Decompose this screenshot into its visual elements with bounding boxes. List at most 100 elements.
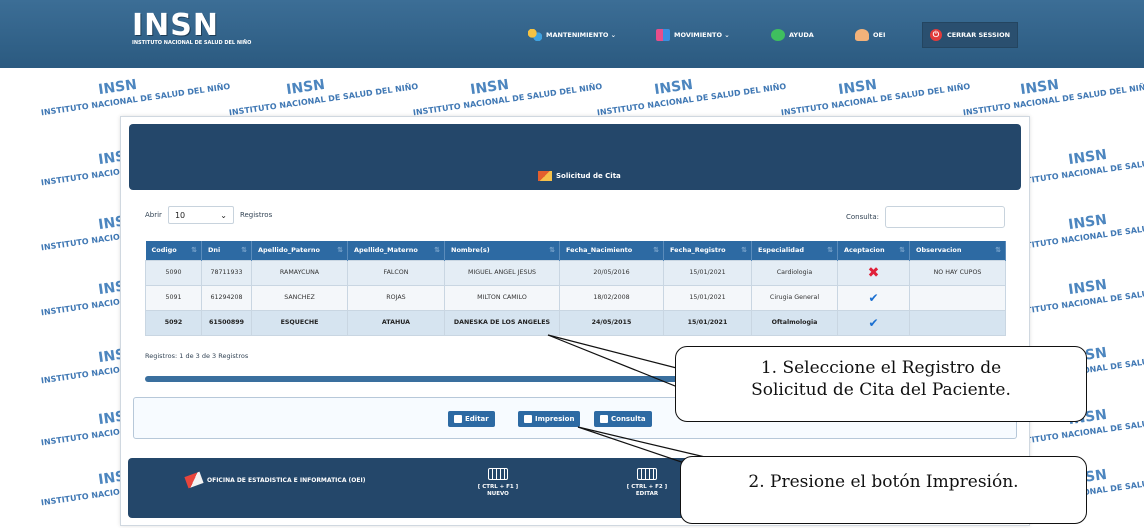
nav-movimiento[interactable]: MOVIMIENTO ⌄	[656, 24, 730, 46]
cell-apellido-paterno: RAMAYCUNA	[251, 259, 348, 286]
edit-button[interactable]: Editar	[448, 411, 495, 427]
search-icon	[600, 415, 608, 423]
flag-icon	[656, 29, 670, 41]
print-label: Impresion	[535, 415, 575, 423]
records-label: Registros	[239, 211, 273, 219]
query-button[interactable]: Consulta	[594, 411, 652, 427]
cell-observacion	[909, 284, 1006, 311]
col-header[interactable]: Fecha_Nacimiento ⇅	[559, 241, 664, 260]
cell-fecha-nacimiento: 24/05/2015	[559, 309, 664, 336]
check-icon: ✔	[868, 290, 879, 305]
shortcut-editar[interactable]: [ CTRL + F2 ] EDITAR	[619, 468, 675, 498]
chevron-down-icon: ⌄	[220, 210, 227, 220]
page-length-control: Abrir 10 ⌄ Registros	[145, 206, 272, 224]
search-control: Consulta:	[846, 206, 1006, 228]
power-icon: ⏻	[929, 29, 942, 41]
cell-codigo: 5091	[145, 284, 202, 311]
cell-fecha-registro: 15/01/2021	[663, 259, 752, 286]
nav-label: MANTENIMIENTO ⌄	[546, 31, 617, 39]
callout-text: 2. Presione el botón Impresión.	[748, 472, 1019, 492]
callout-text: Solicitud de Cita del Paciente.	[751, 380, 1011, 400]
col-header[interactable]: Fecha_Registro ⇅	[663, 241, 752, 260]
col-header[interactable]: Observacion ⇅	[909, 241, 1006, 260]
page-title-text: Solicitud de Cita	[556, 172, 621, 180]
cell-observacion	[909, 309, 1006, 336]
cell-aceptacion: ✔	[837, 284, 910, 311]
cell-codigo: 5090	[145, 259, 202, 286]
cell-especialidad: Oftalmologia	[751, 309, 838, 336]
user-icon	[855, 29, 869, 41]
col-header[interactable]: Aceptacion ⇅	[837, 241, 910, 260]
search-label: Consulta:	[846, 213, 880, 221]
logout-label: CERRAR SESSION	[946, 31, 1011, 39]
folder-icon	[184, 471, 204, 489]
col-header[interactable]: Codigo ⇅	[145, 241, 202, 260]
search-input[interactable]	[885, 206, 1006, 228]
shortcut-keys: [ CTRL + F2 ]	[626, 484, 668, 490]
cell-dni: 78711933	[201, 259, 252, 286]
print-button[interactable]: Impresion	[518, 411, 581, 427]
cell-apellido-paterno: ESQUECHE	[251, 309, 348, 336]
cell-apellido-materno: ATAHUA	[347, 309, 445, 336]
horizontal-scrollbar[interactable]	[145, 376, 685, 382]
cell-fecha-nacimiento: 18/02/2008	[559, 284, 664, 311]
cell-apellido-materno: FALCON	[347, 259, 445, 286]
table-header-row: Codigo ⇅ Dni ⇅ Apellido_Paterno ⇅ Apellido_…	[145, 241, 1006, 260]
logout-button[interactable]: ⏻ CERRAR SESSION	[922, 22, 1018, 48]
footer-office-label: OFICINA DE ESTADISTICA E INFORMATICA (OE…	[207, 476, 366, 484]
table-row[interactable]: 5091 61294208 SANCHEZ ROJAS MILTON CAMIL…	[145, 284, 1006, 311]
cell-nombres: MIGUEL ANGEL JESUS	[444, 259, 560, 286]
nav-label: AYUDA	[789, 31, 814, 39]
table-info: Registros: 1 de 3 de 3 Registros	[145, 352, 249, 360]
keyboard-icon	[488, 468, 508, 480]
cell-observacion: NO HAY CUPOS	[909, 259, 1006, 286]
callout-step-2: 2. Presione el botón Impresión.	[680, 456, 1087, 524]
shortcut-keys: [ CTRL + F1 ]	[477, 484, 519, 490]
callout-text: 1. Seleccione el Registro de	[760, 358, 1002, 378]
edit-icon	[454, 415, 462, 423]
cell-aceptacion: ✔	[837, 309, 910, 336]
col-header[interactable]: Dni ⇅	[201, 241, 252, 260]
edit-label: Editar	[465, 415, 489, 423]
calendar-icon	[538, 171, 552, 181]
cell-apellido-paterno: SANCHEZ	[251, 284, 348, 311]
cell-especialidad: Cardiologia	[751, 259, 838, 286]
page-size-select[interactable]: 10 ⌄	[167, 206, 234, 224]
nav-label: OEI	[873, 31, 886, 39]
cell-fecha-nacimiento: 20/05/2016	[559, 259, 664, 286]
cell-nombres: MILTON CAMILO	[444, 284, 560, 311]
cell-apellido-materno: ROJAS	[347, 284, 445, 311]
query-label: Consulta	[611, 415, 646, 423]
col-header[interactable]: Nombre(s) ⇅	[444, 241, 560, 260]
cell-codigo: 5092	[145, 309, 202, 336]
reject-icon: ✖	[867, 264, 880, 281]
cell-fecha-registro: 15/01/2021	[663, 309, 752, 336]
table-row[interactable]: 5090 78711933 RAMAYCUNA FALCON MIGUEL AN…	[145, 259, 1006, 286]
col-header[interactable]: Especialidad ⇅	[751, 241, 838, 260]
footer-office: OFICINA DE ESTADISTICA E INFORMATICA (OE…	[184, 471, 366, 489]
nav-label: MOVIMIENTO ⌄	[674, 31, 730, 39]
insn-logo[interactable]: INSN INSTITUTO NACIONAL DE SALUD DEL NIÑ…	[132, 10, 251, 50]
requests-table: Codigo ⇅ Dni ⇅ Apellido_Paterno ⇅ Apellido_…	[145, 241, 1006, 336]
gears-icon	[528, 29, 542, 41]
length-label: Abrir	[145, 211, 162, 219]
top-navbar: INSN INSTITUTO NACIONAL DE SALUD DEL NIÑ…	[0, 0, 1144, 68]
keyboard-icon	[637, 468, 657, 480]
cell-especialidad: Cirugia General	[751, 284, 838, 311]
page-title: Solicitud de Cita	[538, 171, 621, 181]
shortcut-nuevo[interactable]: [ CTRL + F1 ] NUEVO	[470, 468, 526, 498]
table-row-selected[interactable]: 5092 61500899 ESQUECHE ATAHUA DANESKA DE…	[145, 309, 1006, 336]
cell-dni: 61294208	[201, 284, 252, 311]
nav-ayuda[interactable]: AYUDA	[771, 24, 814, 46]
nav-oei[interactable]: OEI	[855, 24, 885, 46]
help-icon	[771, 29, 785, 41]
nav-mantenimiento[interactable]: MANTENIMIENTO ⌄	[528, 24, 616, 46]
col-header[interactable]: Apellido_Materno ⇅	[347, 241, 445, 260]
page-size-value: 10	[174, 210, 186, 220]
logo-subtitle: INSTITUTO NACIONAL DE SALUD DEL NIÑO	[132, 40, 252, 46]
col-header[interactable]: Apellido_Paterno ⇅	[251, 241, 348, 260]
check-icon: ✔	[868, 315, 879, 330]
cell-fecha-registro: 15/01/2021	[663, 284, 752, 311]
shortcut-action: EDITAR	[635, 491, 659, 497]
printer-icon	[524, 415, 532, 423]
